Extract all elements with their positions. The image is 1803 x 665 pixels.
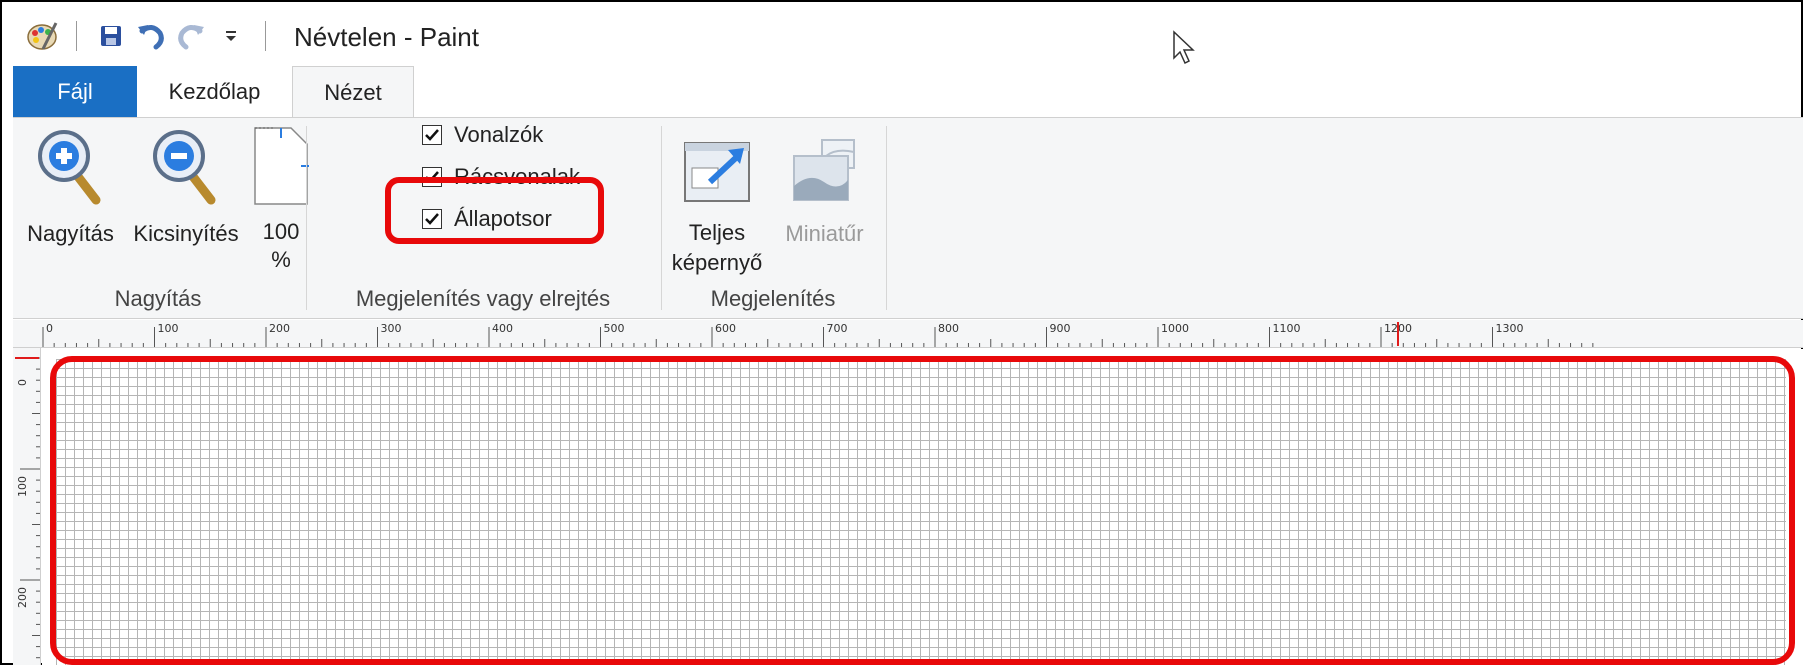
zoom-in-icon	[23, 126, 118, 206]
fullscreen-label-2: képernyő	[671, 250, 763, 275]
tab-file[interactable]: Fájl	[13, 66, 137, 118]
ruler-label: 200	[269, 322, 290, 335]
zoom-in-button[interactable]: Nagyítás	[23, 126, 118, 250]
qat-separator	[76, 21, 77, 51]
fullscreen-label-1: Teljes	[688, 220, 746, 245]
zoom-in-label: Nagyítás	[27, 221, 114, 246]
paint-app-icon[interactable]	[22, 16, 62, 56]
window-title: Névtelen - Paint	[294, 22, 479, 52]
tab-home[interactable]: Kezdőlap	[137, 66, 292, 118]
zoom-out-button[interactable]: Kicsinyítés	[126, 126, 246, 250]
vertical-ruler-marker	[15, 357, 39, 359]
mouse-pointer-icon	[1172, 30, 1198, 71]
ruler-label: 0	[46, 322, 53, 335]
save-icon[interactable]	[91, 16, 131, 56]
ruler-label: 0	[16, 379, 29, 386]
qat-separator-2	[265, 21, 266, 51]
undo-icon[interactable]	[131, 16, 171, 56]
zoom-group: Nagyítás Kicsinyítés 100 % Nagyítás	[13, 118, 309, 318]
title-bar: Névtelen - Paint	[2, 2, 1801, 68]
rulers-label: Vonalzók	[454, 122, 544, 147]
fullscreen-button[interactable]: Teljes képernyő	[667, 126, 767, 278]
ribbon-panel: Nagyítás Kicsinyítés 100 % Nagyítás Vona…	[13, 117, 1803, 319]
tab-view[interactable]: Nézet	[292, 66, 414, 118]
ruler-label: 700	[826, 322, 848, 335]
zoom-out-label: Kicsinyítés	[133, 221, 239, 246]
zoom-100-label: 100	[262, 219, 300, 244]
display-group-label: Megjelenítés	[710, 286, 836, 311]
vertical-ruler: 0 100 200	[13, 348, 41, 665]
horizontal-ruler: 0100200300400500600700800900100011001200…	[13, 320, 1803, 348]
zoom-100-percent: %	[271, 247, 291, 272]
zoom-out-icon	[126, 126, 246, 206]
canvas-highlight-box	[50, 356, 1795, 665]
rulers-check-icon	[422, 125, 442, 145]
group-separator	[886, 126, 887, 310]
ruler-label: 100	[16, 476, 29, 497]
display-group: Teljes képernyő Miniatűr Megjelenítés	[662, 118, 884, 318]
ruler-label: 400	[492, 322, 513, 335]
ribbon-tabs: Fájl Kezdőlap Nézet	[13, 66, 414, 118]
customize-qat-chevron-icon[interactable]	[211, 16, 251, 56]
ruler-label: 1000	[1161, 322, 1189, 335]
page-100-icon	[251, 126, 311, 206]
ruler-label: 200	[16, 587, 29, 608]
ruler-label: 1100	[1272, 322, 1301, 335]
fullscreen-icon	[667, 126, 767, 206]
ruler-label: 600	[715, 322, 736, 335]
zoom-group-label: Nagyítás	[114, 286, 202, 311]
ruler-cursor-marker	[1397, 322, 1399, 346]
ruler-label: 900	[1049, 322, 1071, 335]
zoom-100-button[interactable]: 100 %	[251, 126, 311, 274]
gridlines-highlight-box	[385, 177, 604, 244]
ruler-label: 100	[157, 322, 179, 335]
thumbnail-label: Miniatűr	[785, 221, 864, 246]
show-hide-group-label: Megjelenítés vagy elrejtés	[355, 286, 611, 311]
ruler-label: 800	[938, 322, 959, 335]
ruler-label: 300	[380, 322, 402, 335]
ruler-label: 1300	[1495, 322, 1524, 335]
quick-access-toolbar	[22, 16, 280, 56]
thumbnail-icon	[772, 126, 877, 206]
vertical-ruler-ticks	[20, 357, 40, 659]
redo-icon[interactable]	[171, 16, 211, 56]
rulers-checkbox[interactable]: Vonalzók	[422, 122, 543, 148]
ruler-label: 500	[603, 322, 625, 335]
thumbnail-button[interactable]: Miniatűr	[772, 126, 877, 250]
